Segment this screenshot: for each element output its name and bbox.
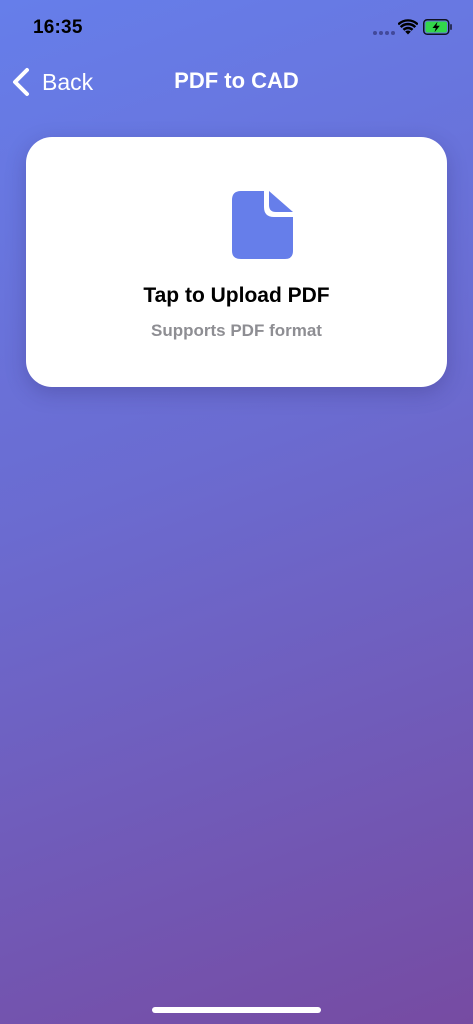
status-time: 16:35 xyxy=(33,17,83,38)
cellular-signal-icon xyxy=(373,31,395,35)
battery-charging-icon xyxy=(423,19,452,35)
home-indicator[interactable] xyxy=(152,1007,321,1013)
navigation-bar: Back PDF to CAD xyxy=(0,56,473,108)
page-title: PDF to CAD xyxy=(174,68,299,93)
status-bar: 16:35 xyxy=(0,0,473,56)
upload-title: Tap to Upload PDF xyxy=(143,284,330,307)
document-icon xyxy=(232,191,293,259)
wifi-icon xyxy=(398,19,418,35)
upload-pdf-card[interactable]: Tap to Upload PDF Supports PDF format xyxy=(26,137,447,387)
upload-subtitle: Supports PDF format xyxy=(151,321,322,340)
screen: 16:35 Back PDF to CAD Tap to Upload PDF … xyxy=(0,0,473,1024)
